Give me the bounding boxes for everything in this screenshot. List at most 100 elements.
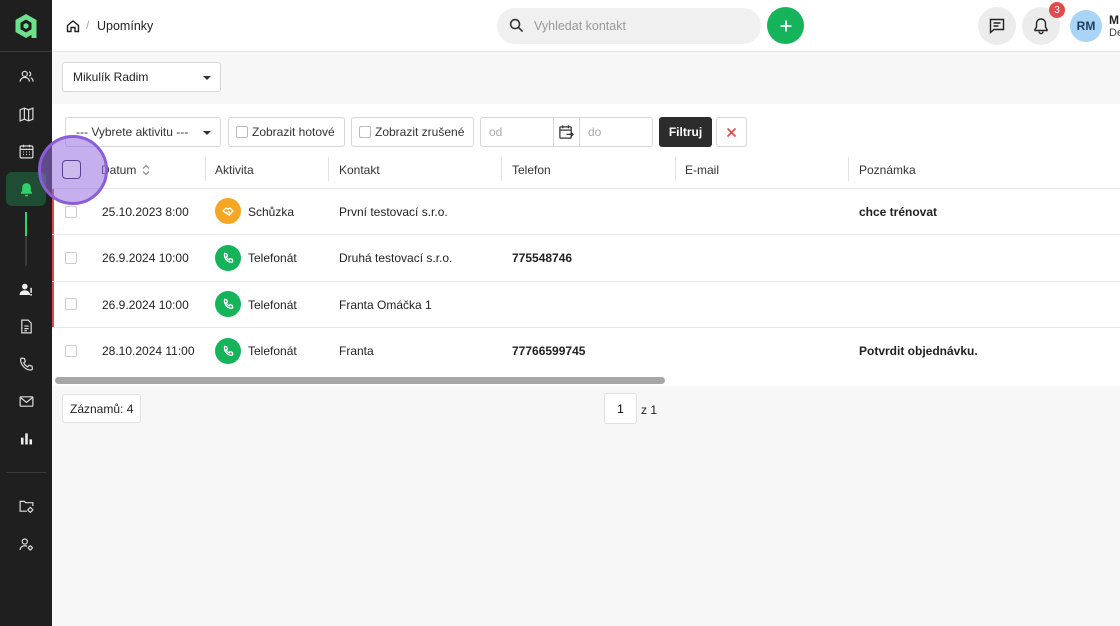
column-divider xyxy=(501,157,502,181)
home-icon[interactable] xyxy=(66,19,80,33)
row-divider xyxy=(52,188,1120,189)
folder-settings-icon xyxy=(19,500,33,513)
page-total: z 1 xyxy=(641,403,658,417)
notification-badge: 3 xyxy=(1049,2,1065,18)
row-activity: Telefonát xyxy=(248,344,297,358)
user-settings-icon xyxy=(19,537,33,551)
top-header: / Upomínky 3 RM M De xyxy=(52,0,1120,52)
column-phone-label: Telefon xyxy=(512,162,551,177)
app-logo[interactable] xyxy=(14,13,38,39)
messages-button[interactable] xyxy=(978,7,1016,45)
row-contact[interactable]: Druhá testovací s.r.o. xyxy=(339,251,452,265)
row-checkbox[interactable] xyxy=(65,206,77,218)
column-contact-label: Kontakt xyxy=(339,162,380,177)
user-select-value: Mikulík Radim xyxy=(73,70,149,84)
sidebar-item-mail[interactable] xyxy=(6,384,46,418)
phone-call-icon xyxy=(215,338,241,364)
row-activity: Telefonát xyxy=(248,298,297,312)
row-phone: 77766599745 xyxy=(512,344,586,358)
column-header-note[interactable]: Poznámka xyxy=(859,151,916,188)
date-from-input[interactable] xyxy=(480,117,554,147)
document-icon xyxy=(20,319,32,333)
show-done-filter[interactable]: Zobrazit hotové xyxy=(228,117,345,147)
column-email-label: E-mail xyxy=(685,162,720,177)
column-divider xyxy=(205,157,206,181)
filter-button[interactable]: Filtruj xyxy=(659,117,712,147)
column-header-contact[interactable]: Kontakt xyxy=(339,151,380,188)
sidebar-item-map[interactable] xyxy=(6,97,46,131)
column-activity-label: Aktivita xyxy=(215,162,254,177)
row-divider xyxy=(52,327,1120,328)
caret-down-icon xyxy=(203,76,211,80)
show-cancelled-filter[interactable]: Zobrazit zrušené xyxy=(351,117,474,147)
sidebar-item-user-settings[interactable] xyxy=(6,527,46,561)
bell-icon xyxy=(20,182,32,196)
records-count: Záznamů: 4 xyxy=(62,394,142,423)
caret-down-icon xyxy=(203,131,211,135)
show-cancelled-checkbox[interactable] xyxy=(359,126,371,138)
breadcrumb-current: Upomínky xyxy=(97,19,154,33)
row-date: 26.9.2024 10:00 xyxy=(102,251,189,265)
notification-bell-icon xyxy=(1034,18,1048,35)
sidebar-item-folder-settings[interactable] xyxy=(6,489,46,523)
column-header-phone[interactable]: Telefon xyxy=(512,151,551,188)
message-icon xyxy=(989,18,1005,35)
user-avatar[interactable]: RM xyxy=(1070,10,1102,42)
sort-icon xyxy=(142,164,150,175)
select-all-checkbox[interactable] xyxy=(62,160,81,179)
show-done-label: Zobrazit hotové xyxy=(252,125,335,139)
row-date: 26.9.2024 10:00 xyxy=(102,298,189,312)
sidebar-item-documents[interactable] xyxy=(6,309,46,343)
overdue-marker xyxy=(52,282,54,327)
row-divider xyxy=(52,234,1120,235)
row-contact[interactable]: První testovací s.r.o. xyxy=(339,205,448,219)
row-checkbox[interactable] xyxy=(65,298,77,310)
column-divider xyxy=(675,157,676,181)
clear-filter-button[interactable] xyxy=(716,117,747,147)
plus-icon xyxy=(780,20,791,31)
column-header-activity[interactable]: Aktivita xyxy=(215,151,254,188)
page-number-input[interactable] xyxy=(604,393,637,424)
row-contact[interactable]: Franta Omáčka 1 xyxy=(339,298,432,312)
row-date: 25.10.2023 8:00 xyxy=(102,205,189,219)
horizontal-scrollbar[interactable] xyxy=(55,377,665,384)
column-header-date[interactable]: Datum xyxy=(101,151,150,188)
row-activity: Telefonát xyxy=(248,251,297,265)
sidebar-item-contacts[interactable] xyxy=(6,272,46,306)
row-note: chce trénovat xyxy=(859,205,938,219)
calendar-icon xyxy=(19,144,33,158)
row-date: 28.10.2024 11:00 xyxy=(102,344,195,358)
users-icon xyxy=(19,70,34,82)
row-checkbox[interactable] xyxy=(65,345,77,357)
contact-icon xyxy=(19,283,32,296)
breadcrumb-separator: / xyxy=(86,18,90,32)
sidebar-item-calls[interactable] xyxy=(6,347,46,381)
date-range-toggle[interactable] xyxy=(553,117,580,147)
sidebar xyxy=(0,0,52,626)
calendar-swap-icon xyxy=(559,124,574,139)
row-contact[interactable]: Franta xyxy=(339,344,374,358)
row-checkbox[interactable] xyxy=(65,252,77,264)
meeting-icon xyxy=(215,198,241,224)
date-to-input[interactable] xyxy=(579,117,653,147)
search-input[interactable] xyxy=(497,8,761,44)
row-phone: 775548746 xyxy=(512,251,573,265)
phone-icon xyxy=(19,357,33,371)
column-header-email[interactable]: E-mail xyxy=(685,151,719,188)
phone-call-icon xyxy=(215,245,241,271)
sidebar-item-users[interactable] xyxy=(6,59,46,93)
add-button[interactable] xyxy=(767,7,804,44)
user-subtitle: De xyxy=(1109,27,1120,39)
sidebar-item-statistics[interactable] xyxy=(6,421,46,455)
show-done-checkbox[interactable] xyxy=(236,126,248,138)
show-cancelled-label: Zobrazit zrušené xyxy=(375,125,465,139)
activity-select-value: --- Vybrete aktivitu --- xyxy=(76,125,189,139)
chart-icon xyxy=(20,432,32,444)
row-activity: Schůzka xyxy=(248,205,295,219)
user-select[interactable]: Mikulík Radim xyxy=(62,62,221,92)
mail-icon xyxy=(19,395,33,407)
column-divider xyxy=(848,157,849,181)
close-icon xyxy=(726,127,737,137)
overdue-marker xyxy=(52,235,54,281)
phone-call-icon xyxy=(215,291,241,317)
